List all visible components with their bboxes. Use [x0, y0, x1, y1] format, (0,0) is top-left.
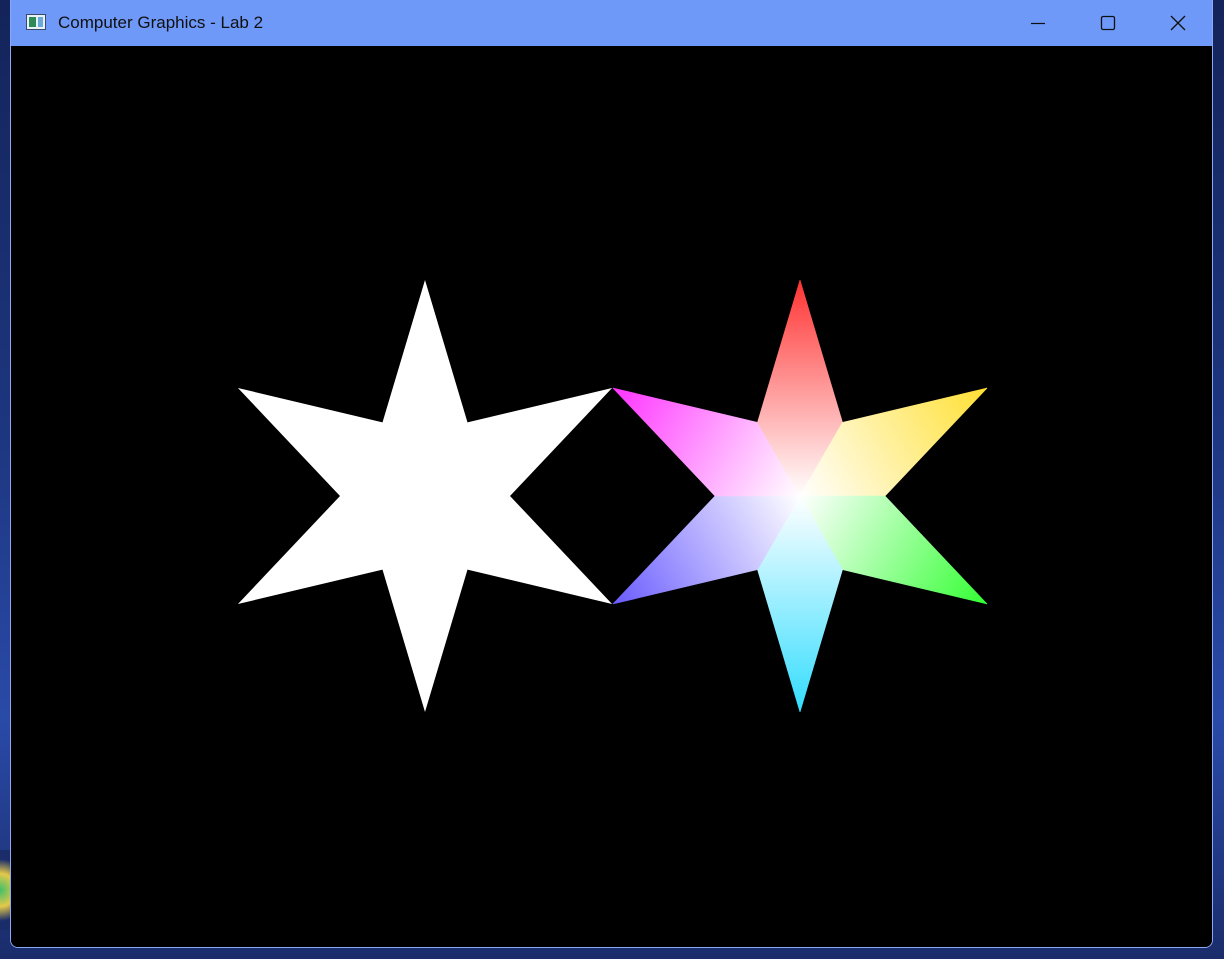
app-window-icon: [26, 14, 46, 30]
maximize-icon: [1100, 15, 1116, 31]
maximize-button[interactable]: [1073, 0, 1143, 46]
title-bar[interactable]: Computer Graphics - Lab 2: [11, 0, 1212, 46]
close-icon: [1170, 15, 1186, 31]
minimize-icon: [1031, 22, 1045, 25]
minimize-button[interactable]: [1003, 0, 1073, 46]
white-star: [237, 280, 613, 712]
desktop-background-fragment: [0, 850, 10, 930]
render-canvas[interactable]: [11, 46, 1212, 947]
app-window: Computer Graphics - Lab 2: [10, 0, 1213, 948]
gradient-star: [612, 279, 988, 713]
close-button[interactable]: [1143, 0, 1212, 46]
canvas-drawing: [237, 279, 988, 713]
window-title: Computer Graphics - Lab 2: [58, 13, 264, 32]
